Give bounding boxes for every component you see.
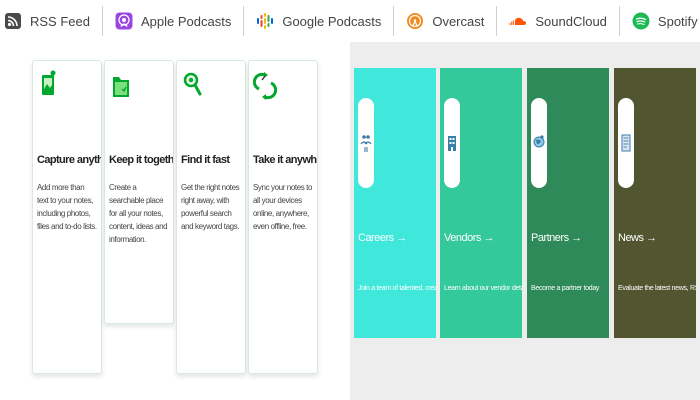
soundcloud-icon — [509, 12, 527, 30]
soundcloud-link[interactable]: SoundCloud — [497, 6, 620, 36]
tile-description: Evaluate the latest news, RSS, and press — [618, 285, 696, 292]
feature-description: Add more than text to your notes, includ… — [37, 183, 97, 231]
tile-partners[interactable]: Partners → Become a partner today — [527, 68, 609, 338]
soundcloud-label: SoundCloud — [535, 13, 607, 29]
phone-icon — [37, 67, 61, 113]
spotify-icon — [632, 12, 650, 30]
google-podcasts-icon — [256, 12, 274, 30]
tile-vendors[interactable]: Vendors → Learn about our vendor details — [440, 68, 522, 338]
globe-icon — [531, 98, 547, 188]
feature-cards: Capture anything Add more than text to y… — [0, 42, 350, 400]
feature-title: Capture anything — [37, 154, 101, 166]
rss-icon — [4, 12, 22, 30]
google-podcasts-label: Google Podcasts — [282, 13, 382, 29]
spotify-label: Spotify — [657, 13, 698, 29]
feature-title: Take it anywhere — [253, 154, 317, 166]
overcast-link[interactable]: Overcast — [394, 6, 498, 36]
tile-description: Become a partner today — [531, 285, 600, 292]
rss-feed-link[interactable]: RSS Feed — [0, 6, 103, 36]
folder-icon — [109, 67, 133, 113]
feature-card-sync[interactable]: Take it anywhere Sync your notes to all … — [248, 60, 318, 374]
sync-icon — [252, 67, 278, 113]
apple-podcasts-icon — [115, 12, 133, 30]
feature-card-capture[interactable]: Capture anything Add more than text to y… — [32, 60, 102, 374]
apple-podcasts-label: Apple Podcasts — [140, 13, 232, 29]
feature-title: Find it fast — [181, 154, 230, 166]
tile-description: Join a team of talented, creative people — [358, 285, 436, 292]
podcast-links-bar: RSS Feed Apple Podcasts Google Podcasts … — [0, 0, 700, 42]
rss-feed-label: RSS Feed — [30, 13, 90, 29]
google-podcasts-link[interactable]: Google Podcasts — [244, 6, 395, 36]
document-icon — [618, 98, 634, 188]
feature-card-organize[interactable]: Keep it together Create a searchable pla… — [104, 60, 174, 324]
tile-title: Partners → — [531, 232, 582, 244]
overcast-label: Overcast — [432, 13, 485, 29]
feature-description: Sync your notes to all your devices onli… — [253, 183, 313, 231]
overcast-icon — [406, 12, 424, 30]
building-icon — [444, 98, 460, 188]
feature-description: Get the right notes right away, with pow… — [181, 183, 240, 231]
tile-news[interactable]: News → Evaluate the latest news, RSS, an… — [614, 68, 696, 338]
people-icon — [358, 98, 374, 188]
feature-description: Create a searchable place for all your n… — [109, 183, 168, 244]
feature-title: Keep it together — [109, 154, 174, 166]
tile-careers[interactable]: Careers → Join a team of talented, creat… — [354, 68, 436, 338]
magnifier-icon — [181, 67, 205, 113]
category-tiles: Careers → Join a team of talented, creat… — [350, 42, 700, 400]
tile-title: Vendors → — [444, 232, 494, 244]
feature-card-search[interactable]: Find it fast Get the right notes right a… — [176, 60, 246, 374]
tile-title: Careers → — [358, 232, 407, 244]
apple-podcasts-link[interactable]: Apple Podcasts — [103, 6, 245, 36]
tile-title: News → — [618, 232, 657, 244]
tile-description: Learn about our vendor details — [444, 285, 522, 292]
spotify-link[interactable]: Spotify — [620, 6, 700, 36]
